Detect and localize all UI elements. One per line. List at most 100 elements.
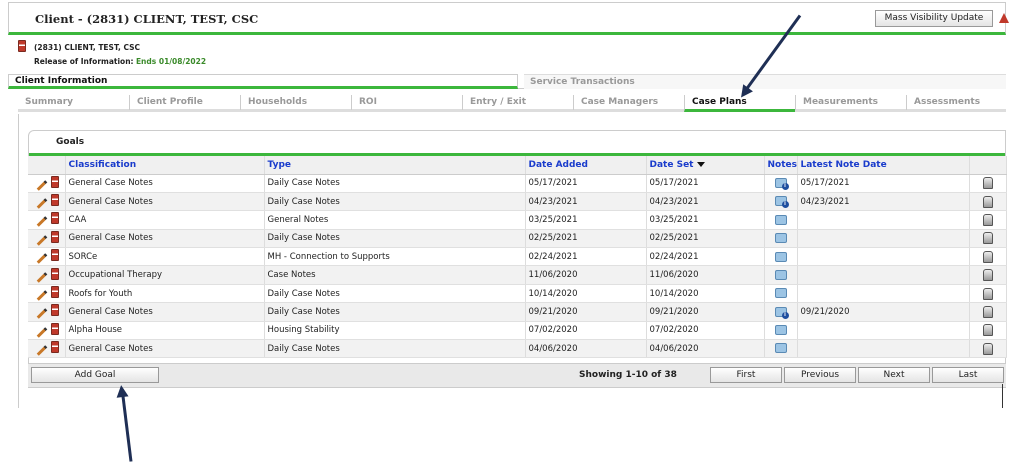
clip-icon[interactable] xyxy=(982,250,993,263)
tab-entry-exit[interactable]: Entry / Exit xyxy=(462,95,573,110)
trash-icon[interactable] xyxy=(50,230,59,243)
cell-attach xyxy=(969,284,1007,304)
cell-date-set: 05/17/2021 xyxy=(646,174,765,193)
pencil-icon[interactable] xyxy=(36,179,48,191)
trash-icon[interactable] xyxy=(50,304,59,317)
clip-icon[interactable] xyxy=(982,269,993,282)
cell-latest-note-date: 05/17/2021 xyxy=(797,174,970,193)
tab-client-information[interactable]: Client Information xyxy=(8,74,518,89)
cell-latest-note-date xyxy=(797,229,970,249)
cell-date-added: 02/24/2021 xyxy=(525,247,647,267)
next-page-button[interactable]: Next xyxy=(858,367,930,383)
cell-attach xyxy=(969,210,1007,230)
cell-latest-note-date xyxy=(797,265,970,285)
cell-attach xyxy=(969,265,1007,285)
pencil-icon[interactable] xyxy=(36,308,48,320)
warning-icon[interactable] xyxy=(999,13,1009,23)
last-page-button[interactable]: Last xyxy=(932,367,1004,383)
cell-date-set: 09/21/2020 xyxy=(646,302,765,322)
tab-client-profile[interactable]: Client Profile xyxy=(129,95,240,110)
notes-icon[interactable]: i xyxy=(774,196,789,209)
tab-assessments[interactable]: Assessments xyxy=(906,95,1006,110)
info-icon: i xyxy=(781,201,789,209)
clip-icon[interactable] xyxy=(982,305,993,318)
pencil-icon[interactable] xyxy=(36,216,48,228)
notes-icon[interactable] xyxy=(774,343,787,354)
clip-icon[interactable] xyxy=(982,177,993,190)
clip-icon[interactable] xyxy=(982,232,993,245)
column-header-date-added[interactable]: Date Added xyxy=(525,156,647,175)
trash-icon[interactable] xyxy=(50,267,59,280)
cell-latest-note-date xyxy=(797,284,970,304)
pencil-icon[interactable] xyxy=(36,327,48,338)
cell-date-added: 09/21/2020 xyxy=(525,302,647,322)
roi-value: Ends 01/08/2022 xyxy=(135,57,207,66)
notes-icon[interactable] xyxy=(774,233,787,244)
pencil-icon[interactable] xyxy=(36,198,48,209)
cell-classification: General Case Notes xyxy=(65,174,265,193)
tab-households[interactable]: Households xyxy=(240,95,351,110)
clip-icon[interactable] xyxy=(982,324,993,337)
pencil-icon[interactable] xyxy=(36,271,48,283)
cell-type: Housing Stability xyxy=(264,321,526,341)
clip-icon[interactable] xyxy=(982,287,993,300)
notes-icon[interactable] xyxy=(774,269,787,280)
pencil-icon[interactable] xyxy=(36,345,48,357)
cell-latest-note-date xyxy=(797,339,970,359)
column-header-date-set[interactable]: Date Set xyxy=(646,156,765,175)
notes-icon[interactable]: i xyxy=(774,306,789,319)
tab-summary[interactable]: Summary xyxy=(18,95,129,110)
cell-classification: General Case Notes xyxy=(65,302,265,322)
clip-icon[interactable] xyxy=(982,195,993,208)
roi-status: Release of Information: Ends 01/08/2022 xyxy=(34,57,206,66)
mass-visibility-update-button[interactable]: Mass Visibility Update xyxy=(875,10,993,27)
column-header-latest-note-date[interactable]: Latest Note Date xyxy=(797,156,970,175)
pencil-icon[interactable] xyxy=(36,290,48,301)
row-actions xyxy=(28,265,66,285)
notes-icon[interactable] xyxy=(774,214,787,225)
notes-icon[interactable] xyxy=(774,288,787,299)
notes-icon[interactable] xyxy=(774,251,787,262)
cell-notes xyxy=(764,339,798,359)
column-header-type[interactable]: Type xyxy=(264,156,526,175)
row-actions xyxy=(28,302,66,322)
cell-date-set: 04/23/2021 xyxy=(646,192,765,212)
pencil-icon[interactable] xyxy=(36,253,48,265)
row-actions xyxy=(28,321,66,341)
trash-icon[interactable] xyxy=(50,212,59,225)
clip-icon[interactable] xyxy=(982,213,993,226)
client-header: Client - (2831) CLIENT, TEST, CSC Mass V… xyxy=(8,2,1009,35)
trash-icon[interactable] xyxy=(50,249,59,262)
tab-service-transactions[interactable]: Service Transactions xyxy=(524,74,1006,89)
trash-icon[interactable] xyxy=(50,322,59,335)
cell-attach xyxy=(969,192,1007,212)
trash-icon[interactable] xyxy=(50,175,59,188)
notes-icon[interactable]: i xyxy=(774,177,789,190)
tab-case-plans[interactable]: Case Plans xyxy=(684,95,795,112)
first-page-button[interactable]: First xyxy=(710,367,782,383)
table-row: General Case Notes Daily Case Notes 04/23/… xyxy=(28,192,1007,212)
tab-measurements[interactable]: Measurements xyxy=(795,95,906,110)
column-header-classification[interactable]: Classification xyxy=(65,156,265,175)
tab-case-managers[interactable]: Case Managers xyxy=(573,95,684,110)
previous-page-button[interactable]: Previous xyxy=(784,367,856,383)
actions-header xyxy=(28,156,66,175)
add-goal-button[interactable]: Add Goal xyxy=(31,367,159,383)
notes-icon[interactable] xyxy=(774,325,787,336)
cell-type: Case Notes xyxy=(264,265,526,285)
table-row: General Case Notes Daily Case Notes 09/21/… xyxy=(28,302,1007,322)
trash-icon[interactable] xyxy=(50,341,59,354)
column-header-notes[interactable]: Notes xyxy=(764,156,798,175)
tab-roi[interactable]: ROI xyxy=(351,95,462,110)
row-actions xyxy=(28,229,66,249)
table-row: CAA General Notes 03/25/2021 03/25/2021 xyxy=(28,210,1007,230)
clip-icon[interactable] xyxy=(982,342,993,355)
trash-icon[interactable] xyxy=(50,286,59,299)
pencil-icon[interactable] xyxy=(36,235,48,246)
cell-type: Daily Case Notes xyxy=(264,174,526,193)
trash-icon[interactable] xyxy=(50,194,59,207)
cell-type: General Notes xyxy=(264,210,526,230)
trash-icon[interactable] xyxy=(18,40,26,52)
cell-classification: CAA xyxy=(65,210,265,230)
info-icon: i xyxy=(781,182,789,190)
